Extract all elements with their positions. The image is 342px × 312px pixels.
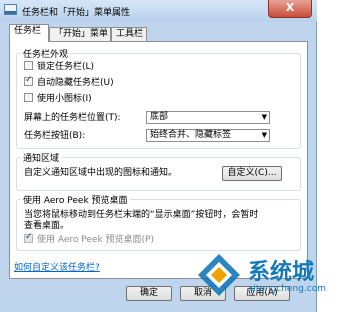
tab-taskbar[interactable]: 任务栏 <box>9 24 49 42</box>
aero-peek-group: 使用 Aero Peek 预览桌面 当您将鼠标移动到任务栏末端的“显示桌面”按钮… <box>16 193 301 251</box>
title-bar: 任务栏和「开始」菜单属性 X <box>0 0 317 22</box>
buttons-select[interactable]: 始终合并、隐藏标签 ▼ <box>146 129 270 142</box>
chevron-down-icon: ▼ <box>261 131 267 139</box>
help-link[interactable]: 如何自定义该任务栏? <box>14 260 100 273</box>
aero-peek-description-line1: 当您将鼠标移动到任务栏末端的“显示桌面”按钮时，会暂时 <box>24 210 259 220</box>
watermark-brand: 系统城 <box>248 260 315 285</box>
tab-start-menu[interactable]: 「开始」菜单 <box>49 27 111 41</box>
watermark-logo-icon <box>198 254 240 296</box>
auto-hide-option[interactable]: 自动隐藏任务栏(U) <box>24 75 114 89</box>
appearance-legend: 任务栏外观 <box>21 47 71 60</box>
lock-taskbar-label: 锁定任务栏(L) <box>37 62 95 72</box>
position-value: 底部 <box>150 112 169 122</box>
appearance-group: 任务栏外观 锁定任务栏(L) 自动隐藏任务栏(U) 使用小图标(I) 屏幕上的任… <box>16 47 301 149</box>
customize-button[interactable]: 自定义(C)... <box>222 166 282 181</box>
position-select[interactable]: 底部 ▼ <box>146 111 270 124</box>
lock-taskbar-option[interactable]: 锁定任务栏(L) <box>24 61 95 73</box>
use-peek-label: 使用 Aero Peek 预览桌面(P) <box>37 235 154 245</box>
notification-group: 通知区域 自定义通知区域中出现的图标和通知。 自定义(C)... <box>16 151 301 191</box>
small-icons-checkbox[interactable] <box>24 93 33 102</box>
auto-hide-label: 自动隐藏任务栏(U) <box>37 78 114 88</box>
small-icons-label: 使用小图标(I) <box>37 94 92 104</box>
tab-toolbars[interactable]: 工具栏 <box>111 27 147 41</box>
notification-legend: 通知区域 <box>21 151 62 164</box>
window-title: 任务栏和「开始」菜单属性 <box>22 8 131 18</box>
use-peek-checkbox[interactable] <box>24 232 33 243</box>
aero-peek-description-line2: 查看桌面。 <box>24 221 70 231</box>
notification-description: 自定义通知区域中出现的图标和通知。 <box>24 168 178 178</box>
aero-peek-legend: 使用 Aero Peek 预览桌面 <box>21 193 130 206</box>
buttons-label: 任务栏按钮(B): <box>24 131 86 141</box>
small-icons-option[interactable]: 使用小图标(I) <box>24 93 92 105</box>
auto-hide-checkbox[interactable] <box>24 75 33 86</box>
position-label: 屏幕上的任务栏位置(T): <box>24 113 121 123</box>
close-button[interactable]: X <box>268 0 312 18</box>
lock-taskbar-checkbox[interactable] <box>24 61 33 70</box>
buttons-value: 始终合并、隐藏标签 <box>150 130 232 140</box>
ok-button[interactable]: 确定 <box>126 286 172 301</box>
chevron-down-icon: ▼ <box>261 113 267 121</box>
watermark-url: xitongcheng.com <box>248 284 326 294</box>
tab-panel: 任务栏外观 锁定任务栏(L) 自动隐藏任务栏(U) 使用小图标(I) 屏幕上的任… <box>9 41 308 279</box>
taskbar-app-icon <box>4 4 17 15</box>
use-peek-option[interactable]: 使用 Aero Peek 预览桌面(P) <box>24 232 154 246</box>
